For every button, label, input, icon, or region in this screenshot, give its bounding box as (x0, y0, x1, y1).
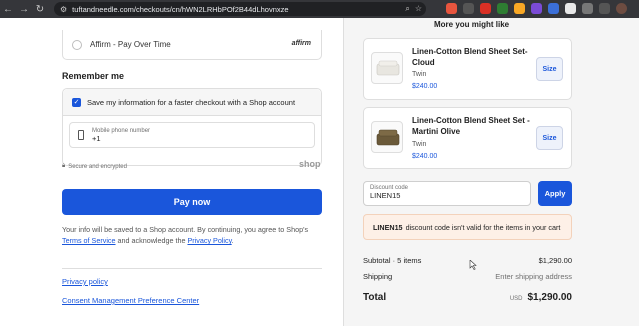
remember-me-title: Remember me (62, 71, 125, 81)
reload-icon[interactable]: ↻ (32, 0, 48, 18)
product-card: Linen-Cotton Blend Sheet Set - Martini O… (363, 107, 572, 169)
mobile-phone-icon (78, 130, 84, 140)
extension-icon[interactable] (446, 3, 457, 14)
product-image (371, 52, 403, 84)
shipping-row: Shipping Enter shipping address (363, 272, 572, 281)
extension-icon[interactable] (531, 3, 542, 14)
extension-icon[interactable] (514, 3, 525, 14)
shop-consent-text: Your info will be saved to a Shop accoun… (62, 224, 322, 246)
privacy-policy-link[interactable]: Privacy policy (62, 277, 108, 286)
error-code: LINEN15 (373, 222, 403, 232)
site-settings-icon[interactable]: ⚙ (60, 5, 67, 14)
terms-of-service-link[interactable]: Terms of Service (62, 236, 116, 245)
payment-option-affirm[interactable]: Affirm - Pay Over Time affirm (62, 30, 322, 60)
consent-text: Your info will be saved to a Shop accoun… (62, 225, 309, 234)
total-row: Total USD $1,290.00 (363, 292, 572, 303)
shipping-value: Enter shipping address (495, 272, 572, 281)
extension-icon[interactable] (565, 3, 576, 14)
mouse-cursor-icon (469, 260, 477, 270)
sidebar-icon[interactable] (599, 3, 610, 14)
subtotal-label: Subtotal · 5 items (363, 256, 422, 265)
currency-code: USD (509, 296, 523, 302)
discount-code-value[interactable]: LINEN15 (370, 191, 524, 200)
save-info-label: Save my information for a faster checkou… (87, 97, 296, 107)
product-name: Linen-Cotton Blend Sheet Set - Martini O… (412, 116, 530, 136)
zoom-icon[interactable]: ⌕ (405, 4, 409, 14)
product-image (371, 121, 403, 153)
extensions-puzzle-icon[interactable] (582, 3, 593, 14)
size-button[interactable]: Size (536, 126, 563, 150)
remember-me-box: ✓ Save my information for a faster check… (62, 88, 322, 166)
secure-text: Secure and encrypted (68, 163, 127, 170)
size-button[interactable]: Size (536, 57, 563, 81)
shop-logo: shop (299, 159, 321, 169)
product-variant: Twin (412, 71, 427, 78)
save-info-checkbox[interactable]: ✓ (72, 97, 81, 107)
subtotal-value: $1,290.00 (538, 256, 572, 265)
consent-text: . (231, 236, 234, 245)
discount-code-input[interactable]: Discount code LINEN15 (363, 181, 531, 206)
lock-icon: 🔒︎ (62, 163, 66, 169)
save-info-row[interactable]: ✓ Save my information for a faster check… (63, 89, 321, 116)
extension-icon[interactable] (480, 3, 491, 14)
total-label: Total (363, 292, 387, 303)
product-price: $240.00 (412, 83, 438, 90)
subtotal-row: Subtotal · 5 items $1,290.00 (363, 256, 572, 265)
extensions-bar (446, 3, 627, 14)
back-icon[interactable]: ← (0, 0, 16, 18)
discount-error-banner: LINEN15 discount code isn't valid for th… (363, 214, 572, 240)
consent-text: and acknowledge the (115, 236, 188, 245)
checkout-main: Affirm - Pay Over Time affirm Remember m… (0, 18, 343, 326)
shipping-label: Shipping (363, 272, 393, 281)
apply-discount-button[interactable]: Apply (538, 181, 572, 206)
product-variant: Twin (412, 141, 427, 148)
browser-toolbar: ← → ↻ ⚙ tuftandneedle.com/checkouts/cn/h… (0, 0, 639, 18)
extension-icon[interactable] (463, 3, 474, 14)
profile-avatar[interactable] (616, 3, 627, 14)
consent-center-link[interactable]: Consent Management Preference Center (62, 296, 199, 305)
phone-field-value[interactable]: +1 (92, 134, 150, 143)
pay-now-button[interactable]: Pay now (62, 189, 322, 215)
secure-notice: 🔒︎ Secure and encrypted (62, 163, 127, 170)
total-amount: $1,290.00 (527, 292, 573, 303)
shop-privacy-policy-link[interactable]: Privacy Policy (187, 236, 231, 245)
affirm-logo: affirm (291, 40, 311, 47)
extension-icon[interactable] (548, 3, 559, 14)
forward-icon[interactable]: → (16, 0, 32, 18)
error-text: discount code isn't valid for the items … (405, 222, 561, 232)
bookmark-star-icon[interactable]: ☆ (415, 4, 422, 14)
footer-divider (62, 268, 322, 269)
extension-icon[interactable] (497, 3, 508, 14)
product-price: $240.00 (412, 153, 438, 160)
payment-option-label: Affirm - Pay Over Time (90, 40, 171, 49)
order-summary: More you might like Linen-Cotton Blend S… (343, 18, 639, 326)
product-card: Linen-Cotton Blend Sheet Set- Cloud Twin… (363, 38, 572, 100)
phone-field-label: Mobile phone number (92, 127, 151, 134)
recommendations-title: More you might like (434, 20, 510, 29)
radio-button[interactable] (72, 39, 82, 50)
phone-number-field[interactable]: Mobile phone number +1 (69, 122, 315, 148)
address-bar[interactable]: ⚙ tuftandneedle.com/checkouts/cn/hWN2LRH… (54, 2, 426, 16)
url-text[interactable]: tuftandneedle.com/checkouts/cn/hWN2LRHbP… (72, 5, 288, 14)
product-name: Linen-Cotton Blend Sheet Set- Cloud (412, 47, 528, 67)
